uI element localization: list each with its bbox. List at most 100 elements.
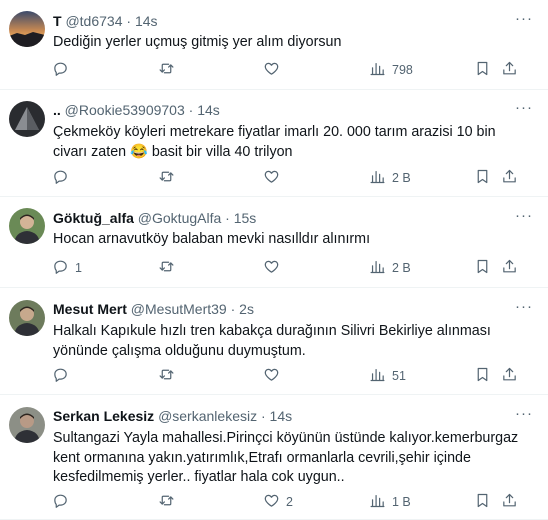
tweet-item[interactable]: Mesut Mert @MesutMert39 · 2s ··· Halkalı K… [0,288,548,395]
share-icon [501,168,518,188]
display-name[interactable]: .. [53,102,61,118]
reply-icon [52,168,69,188]
more-options-icon[interactable]: ··· [514,208,534,227]
like-button[interactable] [263,60,286,80]
tweet-item[interactable]: Serkan Lekesiz @serkanlekesiz · 14s ··· Su… [0,395,548,520]
reply-icon [52,492,69,512]
tweet-item[interactable]: T @td6734 · 14s ··· Dediğin yerler uçmuş g… [0,0,548,90]
bookmark-icon [474,168,491,188]
heart-icon [263,492,280,512]
avatar[interactable] [9,407,45,443]
more-options-icon[interactable]: ··· [514,299,534,318]
reply-icon [52,60,69,80]
timestamp[interactable]: 14s [197,102,220,118]
like-button[interactable] [263,366,286,386]
views-icon [369,366,386,386]
views-count: 2 B [392,171,411,185]
like-button[interactable] [263,258,286,278]
user-handle[interactable]: @Rookie53909703 [65,102,185,118]
display-name[interactable]: Serkan Lekesiz [53,408,154,424]
views-button[interactable]: 1 B [369,492,411,512]
tweet-header: .. @Rookie53909703 · 14s [53,102,220,119]
bookmark-icon [474,492,491,512]
tweet-item[interactable]: .. @Rookie53909703 · 14s ··· Çekmeköy köyl… [0,90,548,197]
reply-button[interactable] [52,168,75,188]
display-name[interactable]: Mesut Mert [53,301,127,317]
tweet-text: Çekmeköy köyleri metrekare fiyatlar imar… [53,124,500,160]
tweet-text: Dediğin yerler uçmuş gitmiş yer alım diy… [53,34,342,50]
retweet-button[interactable] [158,366,181,386]
tweet-text: Halkalı Kapıkule hızlı tren kabakça dura… [53,323,495,359]
like-button[interactable]: 2 [263,492,293,512]
reply-count: 1 [75,261,82,275]
timestamp[interactable]: 14s [270,408,293,424]
share-button[interactable] [501,168,518,188]
reply-button[interactable] [52,492,75,512]
more-options-icon[interactable]: ··· [514,406,534,425]
user-handle[interactable]: @serkanlekesiz [158,408,257,424]
tweet-header: Göktuğ_alfa @GoktugAlfa · 15s [53,210,256,227]
tweet-item[interactable]: Göktuğ_alfa @GoktugAlfa · 15s ··· Hocan ar… [0,197,548,288]
views-icon [369,492,386,512]
retweet-button[interactable] [158,168,181,188]
reply-button[interactable]: 1 [52,258,82,278]
user-handle[interactable]: @td6734 [65,13,122,29]
share-button[interactable] [501,60,518,80]
retweet-button[interactable] [158,258,181,278]
tweet-header: T @td6734 · 14s [53,13,158,30]
heart-icon [263,168,280,188]
bookmark-button[interactable] [474,258,491,278]
more-options-icon[interactable]: ··· [514,11,534,30]
views-button[interactable]: 2 B [369,258,411,278]
timestamp[interactable]: 2s [239,301,254,317]
timestamp[interactable]: 15s [234,210,257,226]
tweet-actions: 1 2 B [0,258,548,278]
share-button[interactable] [501,258,518,278]
retweet-icon [158,60,175,80]
views-button[interactable]: 798 [369,60,413,80]
views-icon [369,60,386,80]
tweet-actions: 51 [0,366,548,386]
bookmark-icon [474,366,491,386]
user-handle[interactable]: @MesutMert39 [131,301,227,317]
bookmark-button[interactable] [474,168,491,188]
like-count: 2 [286,495,293,509]
user-handle[interactable]: @GoktugAlfa [138,210,221,226]
views-icon [369,168,386,188]
bookmark-button[interactable] [474,60,491,80]
display-name[interactable]: T [53,13,62,29]
bookmark-icon [474,258,491,278]
avatar[interactable] [9,300,45,336]
heart-icon [263,60,280,80]
bookmark-button[interactable] [474,492,491,512]
avatar[interactable] [9,11,45,47]
views-count: 1 B [392,495,411,509]
display-name[interactable]: Göktuğ_alfa [53,210,134,226]
tweet-header: Serkan Lekesiz @serkanlekesiz · 14s [53,408,292,425]
more-options-icon[interactable]: ··· [514,100,534,119]
retweet-icon [158,366,175,386]
tweet-header: Mesut Mert @MesutMert39 · 2s [53,301,254,318]
heart-icon [263,366,280,386]
bookmark-button[interactable] [474,366,491,386]
avatar[interactable] [9,208,45,244]
reply-button[interactable] [52,366,75,386]
share-button[interactable] [501,492,518,512]
tweet-text: Sultangazi Yayla mahallesi.Pirinçci köyü… [53,430,523,485]
views-count: 2 B [392,261,411,275]
timestamp[interactable]: 14s [135,13,158,29]
reply-button[interactable] [52,60,75,80]
avatar[interactable] [9,101,45,137]
views-button[interactable]: 2 B [369,168,411,188]
retweet-icon [158,492,175,512]
share-button[interactable] [501,366,518,386]
retweet-button[interactable] [158,492,181,512]
retweet-icon [158,168,175,188]
separator-dot: · [188,102,194,118]
views-button[interactable]: 51 [369,366,406,386]
tweet-actions: 2 1 B [0,492,548,512]
retweet-button[interactable] [158,60,181,80]
reply-icon [52,366,69,386]
views-count: 51 [392,369,406,383]
like-button[interactable] [263,168,286,188]
